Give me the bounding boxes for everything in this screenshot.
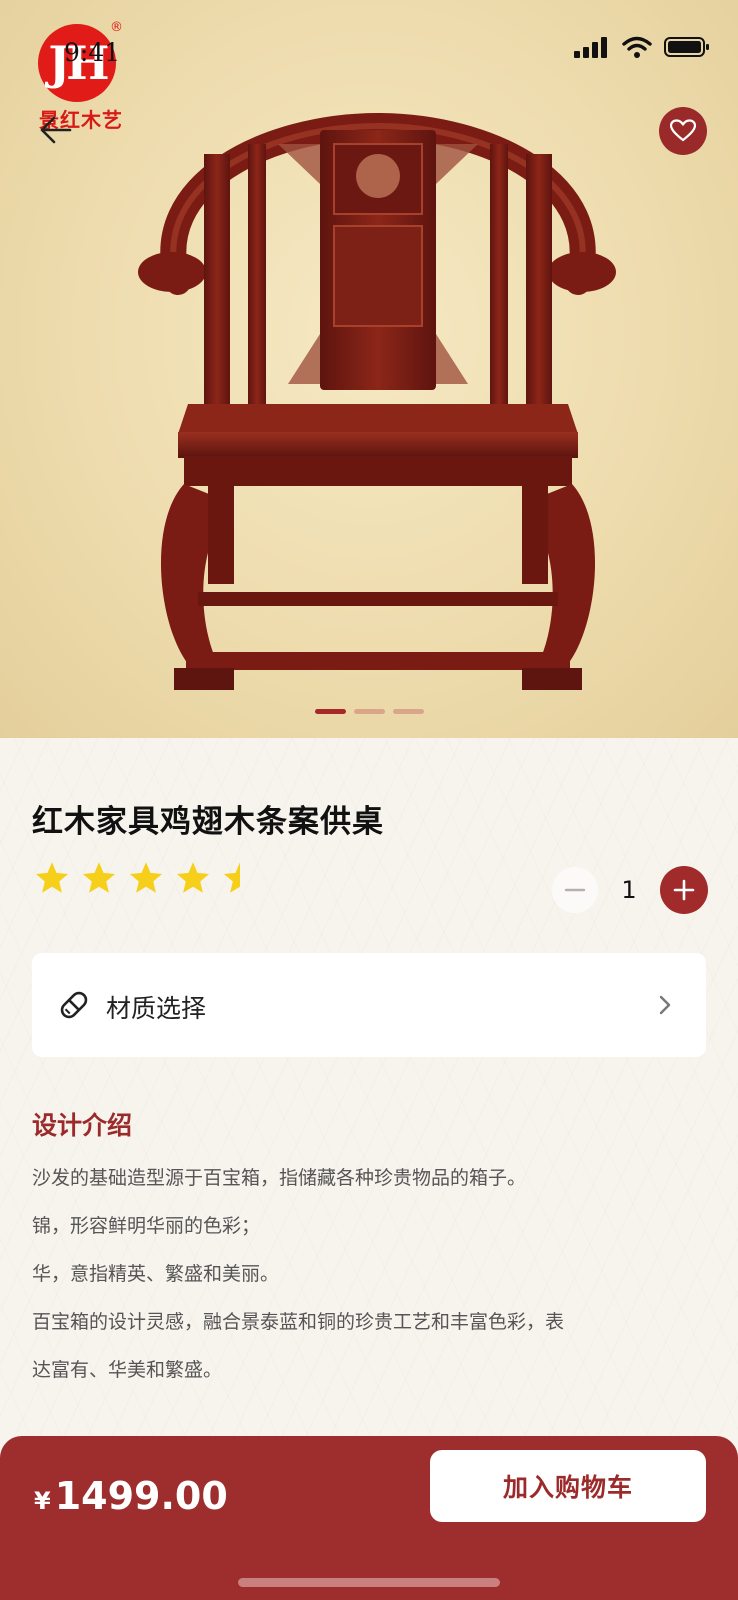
back-button[interactable] <box>36 110 76 150</box>
star-half-icon <box>223 862 240 893</box>
product-hero: JH ® 景红木艺 9:41 <box>0 0 738 738</box>
price: ¥ 1499.00 <box>34 1474 228 1518</box>
description-line: 沙发的基础造型源于百宝箱，指储藏各种珍贵物品的箱子。 <box>32 1167 527 1189</box>
material-label: 材质选择 <box>106 994 207 1023</box>
product-image[interactable] <box>138 104 618 712</box>
pill-icon <box>60 991 88 1019</box>
minus-icon <box>564 888 586 892</box>
description-line: 华，意指精英、繁盛和美丽。 <box>32 1263 280 1285</box>
wifi-icon <box>622 36 652 58</box>
carousel-dot[interactable] <box>353 709 385 714</box>
carousel-dot[interactable] <box>314 709 346 714</box>
home-indicator[interactable] <box>238 1578 500 1587</box>
description-line: 达富有、华美和繁盛。 <box>32 1359 223 1381</box>
description-line: 百宝箱的设计灵感，融合景泰蓝和铜的珍贵工艺和丰富色彩，表 <box>32 1311 565 1333</box>
chevron-right-icon <box>659 995 671 1015</box>
product-details: 红木家具鸡翅木条案供桌 1 材质选择 设计介绍 沙发的基础造型源于百宝箱，指储藏… <box>0 738 738 1438</box>
carousel-dot[interactable] <box>392 709 424 714</box>
quantity-stepper: 1 <box>552 866 708 914</box>
currency-symbol: ¥ <box>34 1487 51 1515</box>
price-value: 1499.00 <box>54 1474 228 1518</box>
star-icon <box>82 862 116 893</box>
signal-icon <box>574 37 607 58</box>
star-icon <box>176 862 210 893</box>
status-time: 9:41 <box>64 38 121 67</box>
purchase-bar: ¥ 1499.00 加入购物车 <box>0 1436 738 1600</box>
increase-quantity-button[interactable] <box>660 866 708 914</box>
design-description: 沙发的基础造型源于百宝箱，指储藏各种珍贵物品的箱子。 锦，形容鲜明华丽的色彩； … <box>32 1154 712 1394</box>
favorite-button[interactable] <box>659 107 707 155</box>
arrow-left-icon <box>40 116 72 144</box>
decrease-quantity-button[interactable] <box>552 867 598 913</box>
star-icon <box>129 862 163 893</box>
heart-icon <box>670 119 696 142</box>
status-bar: JH ® 景红木艺 9:41 <box>0 0 738 132</box>
plus-icon <box>673 879 695 901</box>
description-line: 锦，形容鲜明华丽的色彩； <box>32 1215 261 1237</box>
rating-stars <box>34 860 258 896</box>
quantity-value: 1 <box>621 876 637 904</box>
product-title: 红木家具鸡翅木条案供桌 <box>32 804 384 840</box>
carousel-indicator <box>0 709 738 714</box>
star-icon <box>35 862 69 893</box>
battery-icon <box>664 37 709 57</box>
add-to-cart-button[interactable]: 加入购物车 <box>430 1450 706 1522</box>
section-title: 设计介绍 <box>32 1111 133 1140</box>
material-select-row[interactable]: 材质选择 <box>32 953 706 1057</box>
